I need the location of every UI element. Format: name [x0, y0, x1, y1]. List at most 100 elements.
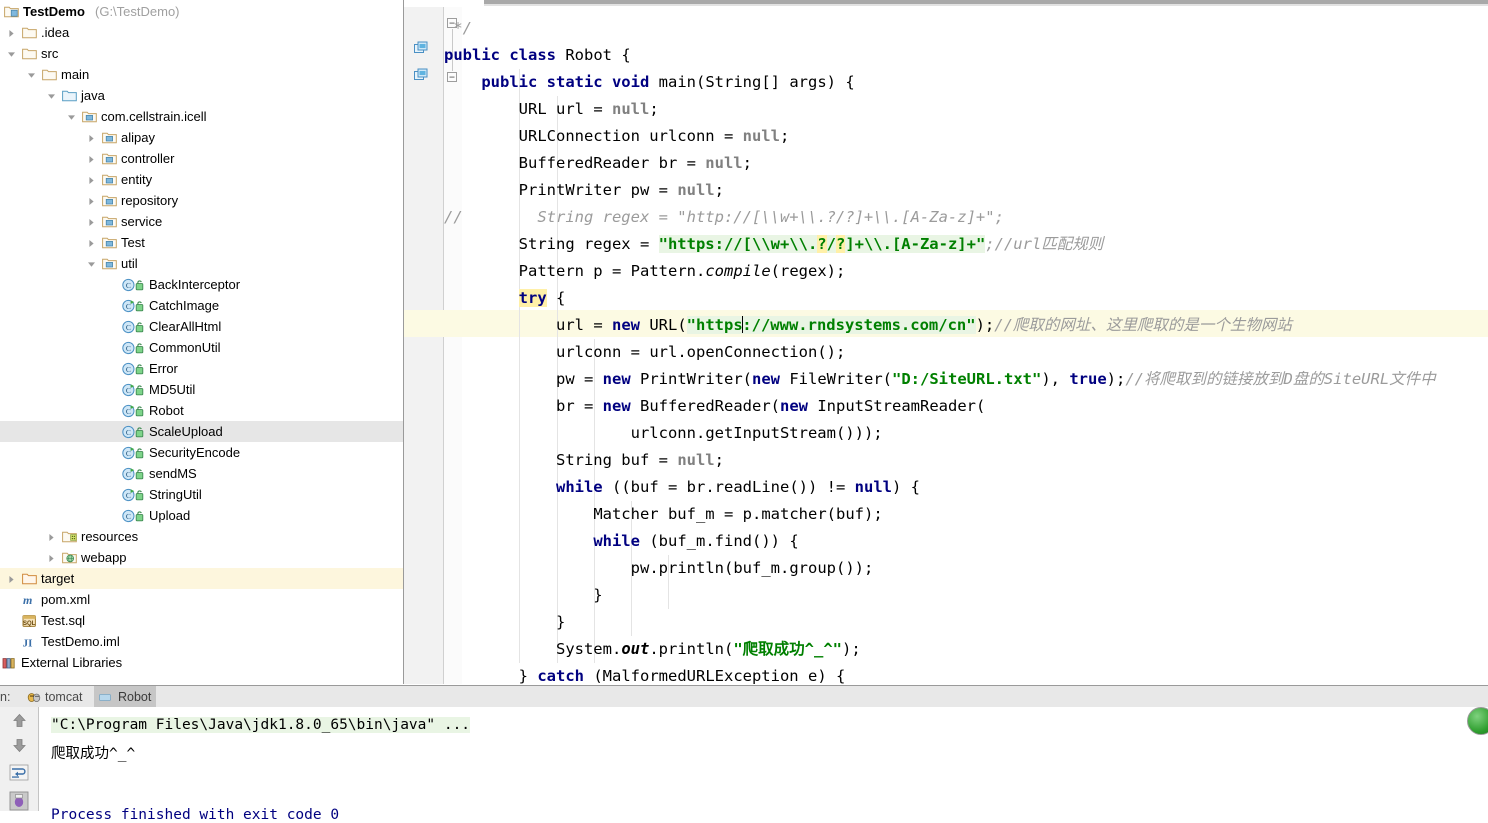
chevron-down-icon[interactable] — [66, 106, 77, 127]
tree-item-label: controller — [121, 151, 175, 166]
tree-item-test[interactable]: Test — [0, 232, 403, 253]
scroll-down-icon[interactable] — [11, 737, 28, 754]
tree-item-test-sql[interactable]: SQL Test.sql — [0, 610, 403, 631]
tree-item-error[interactable]: C Error — [0, 358, 403, 379]
tree-item-alipay[interactable]: alipay — [0, 127, 403, 148]
run-tab-robot-label: Robot — [118, 690, 152, 704]
tree-item-pom-xml[interactable]: m pom.xml — [0, 589, 403, 610]
code-line[interactable]: } catch (MalformedURLException e) { — [404, 663, 1488, 684]
code-line[interactable]: url = new URL("https://www.rndsystems.co… — [404, 312, 1488, 339]
chevron-right-icon[interactable] — [86, 169, 97, 190]
tree-item-scaleupload[interactable]: C ScaleUpload — [0, 421, 403, 442]
chevron-right-icon[interactable] — [46, 526, 57, 547]
tree-item-label: ScaleUpload — [149, 424, 223, 439]
chevron-right-icon[interactable] — [86, 232, 97, 253]
svg-text:C: C — [126, 407, 131, 416]
chevron-down-icon[interactable] — [26, 64, 37, 85]
code-editor[interactable]: */public class Robot { public static voi… — [404, 7, 1488, 684]
code-line[interactable]: String buf = null; — [404, 447, 1488, 474]
code-line[interactable]: PrintWriter pw = null; — [404, 177, 1488, 204]
tree-item-main[interactable]: main — [0, 64, 403, 85]
run-icon — [99, 694, 111, 701]
chevron-right-icon[interactable] — [86, 211, 97, 232]
code-line[interactable]: System.out.println("爬取成功^_^"); — [404, 636, 1488, 663]
scroll-up-icon[interactable] — [11, 712, 28, 729]
run-tab-robot[interactable]: Robot — [94, 686, 156, 708]
chevron-right-icon[interactable] — [6, 568, 17, 589]
code-line[interactable]: while ((buf = br.readLine()) != null) { — [404, 474, 1488, 501]
code-line[interactable]: URLConnection urlconn = null; — [404, 123, 1488, 150]
chevron-down-icon[interactable] — [46, 85, 57, 106]
run-status-indicator-icon[interactable] — [1467, 707, 1488, 735]
tree-item-resources[interactable]: resources — [0, 526, 403, 547]
code-line[interactable]: pw = new PrintWriter(new FileWriter("D:/… — [404, 366, 1488, 393]
tree-item-catchimage[interactable]: C CatchImage — [0, 295, 403, 316]
tree-item-repository[interactable]: repository — [0, 190, 403, 211]
java-class-run-icon: C — [122, 463, 144, 484]
tree-item-stringutil[interactable]: C StringUtil — [0, 484, 403, 505]
chevron-right-icon[interactable] — [6, 22, 17, 43]
tree-item-label: Test — [121, 235, 145, 250]
svg-text:C: C — [126, 449, 131, 458]
project-tree[interactable]: .idea src main java com.cellstrain.icell alip… — [0, 0, 404, 684]
print-icon[interactable] — [9, 791, 29, 811]
code-line[interactable]: while (buf_m.find()) { — [404, 528, 1488, 555]
tree-item-label: Error — [149, 361, 178, 376]
code-line[interactable]: urlconn = url.openConnection(); — [404, 339, 1488, 366]
tree-item-external-libraries[interactable]: External Libraries — [0, 652, 403, 673]
code-line[interactable]: String regex = "https://[\\w+\\.?/?]+\\.… — [404, 231, 1488, 258]
run-tab-tomcat[interactable]: tomcat — [24, 686, 88, 708]
tree-item-upload[interactable]: C Upload — [0, 505, 403, 526]
tree-item--idea[interactable]: .idea — [0, 22, 403, 43]
svg-text:C: C — [126, 470, 131, 479]
run-tab-bar[interactable]: n: tomcat Robot — [0, 685, 1488, 709]
tree-item-controller[interactable]: controller — [0, 148, 403, 169]
code-line[interactable]: // String regex = "http://[\\w+\\.?/?]+\… — [404, 204, 1488, 231]
folder-icon — [22, 43, 37, 64]
code-line[interactable]: Pattern p = Pattern.compile(regex); — [404, 258, 1488, 285]
tree-item-label: webapp — [81, 550, 127, 565]
tree-item-target[interactable]: target — [0, 568, 403, 589]
code-line[interactable]: */ — [404, 15, 1488, 42]
tree-item-service[interactable]: service — [0, 211, 403, 232]
code-line[interactable]: pw.println(buf_m.group()); — [404, 555, 1488, 582]
chevron-right-icon[interactable] — [86, 127, 97, 148]
chevron-right-icon[interactable] — [86, 190, 97, 211]
tree-item-backinterceptor[interactable]: C BackInterceptor — [0, 274, 403, 295]
code-line[interactable]: } — [404, 582, 1488, 609]
console-toolbar[interactable] — [0, 707, 39, 811]
tree-item-label: sendMS — [149, 466, 197, 481]
code-line[interactable]: urlconn.getInputStream())); — [404, 420, 1488, 447]
tree-item-webapp[interactable]: webapp — [0, 547, 403, 568]
folder-source-icon — [62, 85, 77, 106]
code-line[interactable]: Matcher buf_m = p.matcher(buf); — [404, 501, 1488, 528]
tree-item-securityencode[interactable]: C SecurityEncode — [0, 442, 403, 463]
tree-item-util[interactable]: util — [0, 253, 403, 274]
tree-item-java[interactable]: java — [0, 85, 403, 106]
tree-item-src[interactable]: src — [0, 43, 403, 64]
chevron-right-icon[interactable] — [46, 547, 57, 568]
soft-wrap-icon[interactable] — [9, 764, 29, 782]
console-output[interactable]: "C:\Program Files\Java\jdk1.8.0_65\bin\j… — [39, 707, 1488, 823]
code-line[interactable]: } — [404, 609, 1488, 636]
chevron-down-icon[interactable] — [6, 43, 17, 64]
code-line[interactable]: public static void main(String[] args) { — [404, 69, 1488, 96]
tree-item-commonutil[interactable]: C CommonUtil — [0, 337, 403, 358]
tree-item-entity[interactable]: entity — [0, 169, 403, 190]
chevron-down-icon[interactable] — [86, 253, 97, 274]
tree-item-com-cellstrain-icell[interactable]: com.cellstrain.icell — [0, 106, 403, 127]
tree-item-md5util[interactable]: C MD5Util — [0, 379, 403, 400]
tree-item-clearallhtml[interactable]: C ClearAllHtml — [0, 316, 403, 337]
code-line[interactable]: br = new BufferedReader(new InputStreamR… — [404, 393, 1488, 420]
code-line[interactable]: try { — [404, 285, 1488, 312]
chevron-right-icon[interactable] — [86, 148, 97, 169]
tree-item-sendms[interactable]: CsendMS — [0, 463, 403, 484]
tree-item-root-testdemo[interactable]: TestDemo (G:\TestDemo) — [0, 1, 403, 22]
code-text[interactable]: */public class Robot { public static voi… — [404, 7, 1488, 684]
code-line[interactable]: public class Robot { — [404, 42, 1488, 69]
tree-item-testdemo-iml[interactable]: JI TestDemo.iml — [0, 631, 403, 652]
tree-item-robot[interactable]: C Robot — [0, 400, 403, 421]
tree-item-label: target — [41, 571, 75, 586]
code-line[interactable]: BufferedReader br = null; — [404, 150, 1488, 177]
code-line[interactable]: URL url = null; — [404, 96, 1488, 123]
